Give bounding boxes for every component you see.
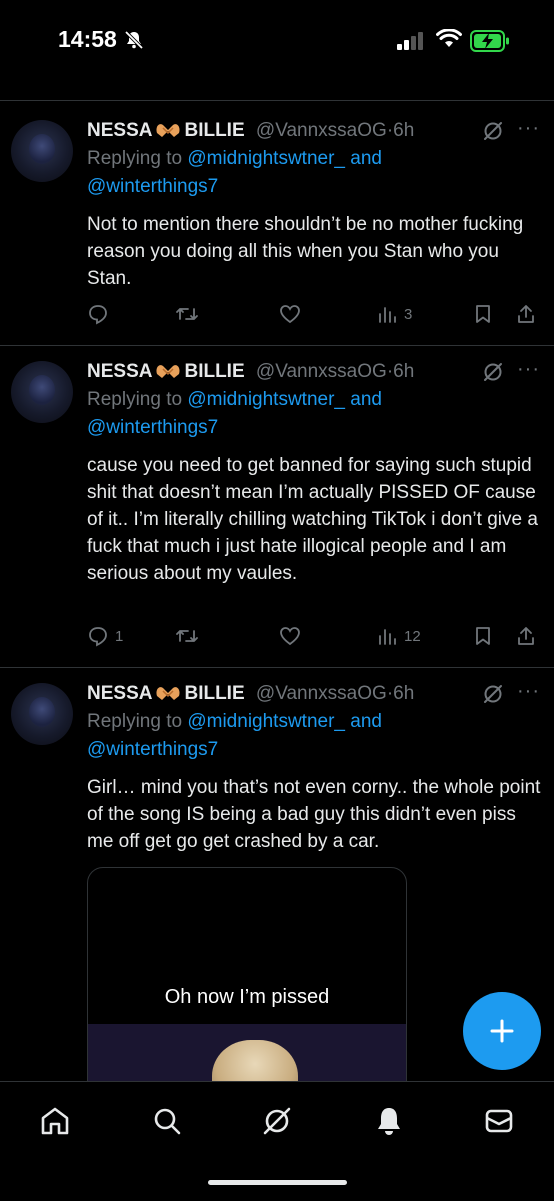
cellular-signal-icon — [397, 32, 423, 50]
avatar[interactable] — [11, 683, 73, 745]
avatar[interactable] — [11, 361, 73, 423]
share-icon[interactable] — [515, 303, 537, 325]
handle[interactable]: @VannxssaOG·6h — [256, 120, 414, 141]
repost-button[interactable] — [175, 625, 205, 647]
media-caption: Oh now I’m pissed — [164, 986, 330, 1008]
mention-link[interactable]: @winterthings7 — [87, 739, 218, 760]
share-icon[interactable] — [515, 625, 537, 647]
tweet-header: NESSA BILLIE @VannxssaOG·6h — [87, 682, 414, 705]
views-button[interactable]: 12 — [376, 625, 421, 647]
like-button[interactable] — [279, 625, 307, 647]
tweet-divider — [0, 667, 554, 668]
handle[interactable]: @VannxssaOG·6h — [256, 361, 414, 382]
like-button[interactable] — [279, 303, 307, 325]
mention-link[interactable]: @winterthings7 — [87, 176, 218, 197]
replying-to: Replying to @midnightswtner_ and @winter… — [87, 148, 382, 197]
mention-and[interactable]: and — [350, 711, 382, 732]
repost-icon — [176, 630, 198, 642]
tweet-header: NESSA BILLIE @VannxssaOG·6h — [87, 119, 414, 142]
reply-button[interactable] — [87, 303, 115, 325]
mention-and[interactable]: and — [350, 148, 382, 169]
messages-icon[interactable] — [482, 1104, 516, 1138]
bookmark-icon[interactable] — [472, 625, 494, 647]
reply-icon — [89, 305, 107, 325]
heart-icon — [280, 627, 300, 646]
repost-button[interactable] — [175, 303, 205, 325]
plus-icon — [490, 1019, 514, 1043]
tweet-actions: 3 — [87, 303, 542, 329]
top-divider — [0, 100, 554, 101]
tweet-header: NESSA BILLIE @VannxssaOG·6h — [87, 360, 414, 383]
views-button[interactable]: 3 — [376, 303, 412, 325]
heart-hands-emoji-icon — [156, 687, 181, 700]
compose-button[interactable] — [463, 992, 541, 1070]
tweet-text: Not to mention there shouldn’t be no mot… — [87, 214, 524, 289]
more-icon[interactable]: ··· — [517, 117, 540, 140]
grok-icon[interactable] — [482, 361, 504, 383]
repost-icon — [176, 308, 198, 320]
mention-link[interactable]: @midnightswtner_ — [187, 389, 345, 410]
home-icon[interactable] — [38, 1104, 72, 1138]
display-name[interactable]: NESSA BILLIE — [87, 683, 245, 704]
grok-icon[interactable] — [260, 1104, 294, 1138]
status-time: 14:58 — [58, 26, 117, 52]
heart-hands-emoji-icon — [156, 124, 181, 137]
display-name[interactable]: NESSA BILLIE — [87, 361, 245, 382]
views-icon — [379, 307, 396, 323]
tweet-actions: 1 12 — [87, 625, 542, 651]
reply-icon — [89, 627, 107, 647]
mention-link[interactable]: @winterthings7 — [87, 417, 218, 438]
home-indicator — [208, 1180, 347, 1185]
display-name[interactable]: NESSA BILLIE — [87, 120, 245, 141]
grok-icon[interactable] — [482, 683, 504, 705]
more-icon[interactable]: ··· — [517, 680, 540, 703]
grok-icon[interactable] — [482, 120, 504, 142]
status-bar: 14:58 — [0, 0, 554, 84]
reply-button[interactable]: 1 — [87, 625, 123, 647]
video-media[interactable]: Oh now I’m pissed — [87, 867, 407, 1099]
tweet-text: cause you need to get banned for saying … — [87, 455, 538, 584]
tweet-divider — [0, 345, 554, 346]
replying-to: Replying to @midnightswtner_ and @winter… — [87, 711, 382, 760]
heart-hands-emoji-icon — [156, 365, 181, 378]
handle[interactable]: @VannxssaOG·6h — [256, 683, 414, 704]
heart-icon — [280, 305, 300, 324]
tweet-text: Girl… mind you that’s not even corny.. t… — [87, 777, 541, 852]
views-icon — [379, 629, 396, 645]
replying-to: Replying to @midnightswtner_ and @winter… — [87, 389, 382, 438]
search-icon[interactable] — [150, 1104, 184, 1138]
mention-and[interactable]: and — [350, 389, 382, 410]
battery-charging-icon — [470, 30, 509, 52]
notifications-icon[interactable] — [372, 1104, 406, 1138]
more-icon[interactable]: ··· — [517, 358, 540, 381]
mention-link[interactable]: @midnightswtner_ — [187, 148, 345, 169]
avatar[interactable] — [11, 120, 73, 182]
bell-off-icon — [124, 30, 144, 50]
mention-link[interactable]: @midnightswtner_ — [187, 711, 345, 732]
wifi-icon — [436, 29, 462, 47]
bookmark-icon[interactable] — [472, 303, 494, 325]
